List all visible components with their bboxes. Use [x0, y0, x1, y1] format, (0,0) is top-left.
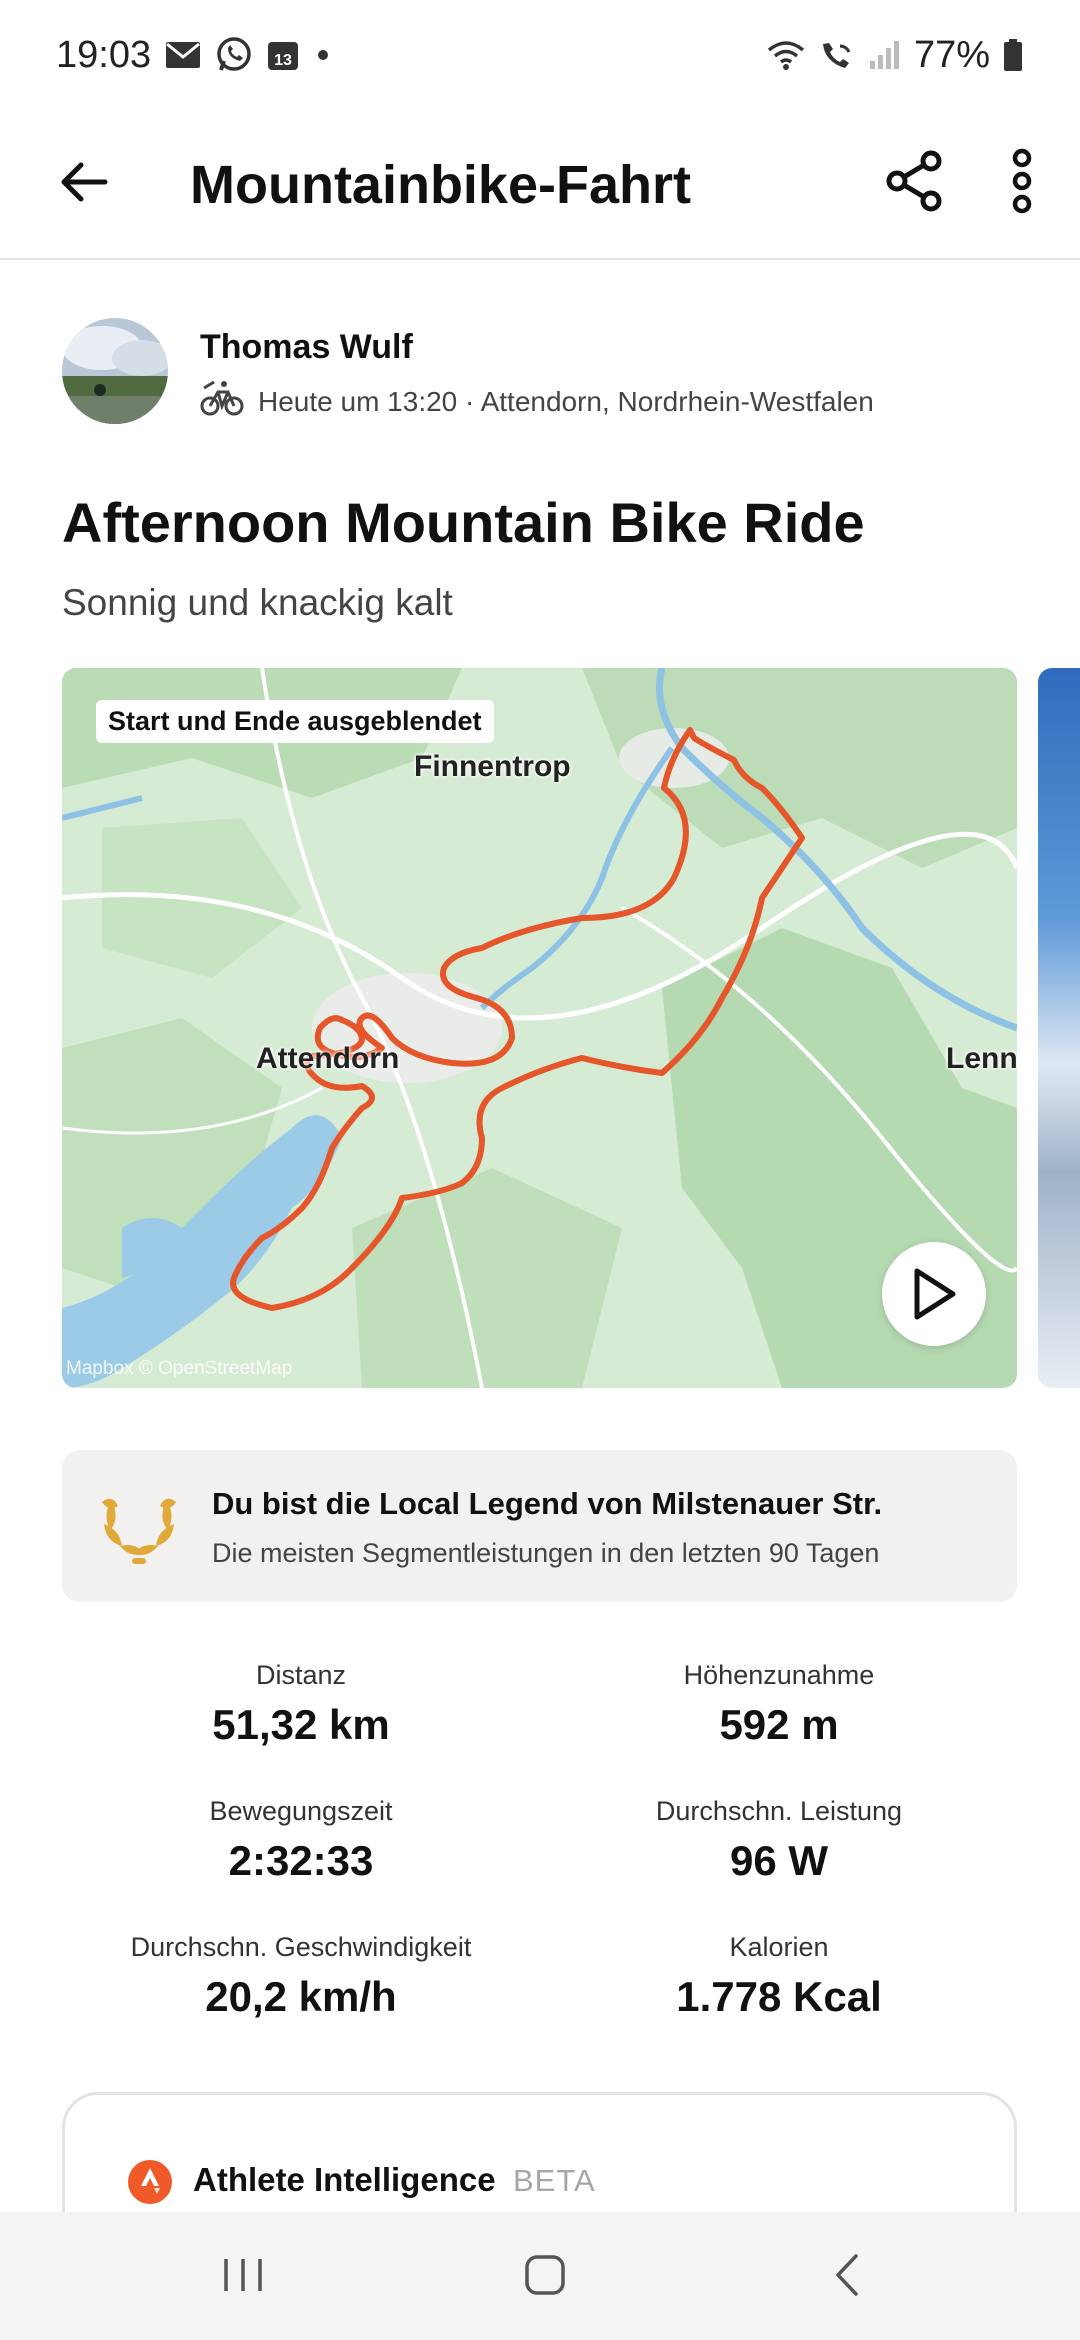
stat-value: 1.778 Kcal	[676, 1973, 882, 2020]
map-label-lenne: Lenn	[946, 1042, 1017, 1075]
status-right: 77%	[766, 34, 1024, 77]
stat-avg-speed: Durchschn. Geschwindigkeit 20,2 km/h	[62, 1932, 540, 2021]
mail-icon	[165, 41, 201, 69]
back-arrow-icon	[59, 160, 109, 209]
map-label-finnentrop: Finnentrop	[414, 750, 571, 783]
wifi-icon	[766, 38, 806, 72]
stat-calories: Kalorien 1.778 Kcal	[540, 1932, 1018, 2021]
stat-value: 20,2 km/h	[205, 1973, 397, 2020]
activity-photo-peek[interactable]	[1038, 668, 1080, 1388]
strava-logo-icon	[127, 2159, 173, 2205]
home-button[interactable]	[510, 2242, 580, 2312]
calendar-day: 13	[274, 52, 292, 69]
athlete-header: Thomas Wulf Heute um 13:20 · Attendorn, …	[62, 318, 1022, 428]
stat-label: Bewegungszeit	[209, 1796, 393, 1826]
stat-value: 51,32 km	[212, 1701, 390, 1748]
home-icon	[523, 2253, 567, 2302]
more-options-button[interactable]	[982, 140, 1062, 226]
map-label-attendorn: Attendorn	[256, 1042, 400, 1075]
battery-icon	[1002, 38, 1024, 72]
athlete-meta-text: Heute um 13:20 · Attendorn, Nordrhein-We…	[258, 385, 874, 417]
system-nav-bar	[0, 2212, 1080, 2340]
stat-distance: Distanz 51,32 km	[62, 1660, 540, 1749]
local-legend-subtitle: Die meisten Segmentleistungen in den let…	[212, 1538, 880, 1568]
stat-label: Durchschn. Geschwindigkeit	[130, 1932, 472, 1962]
athlete-name[interactable]: Thomas Wulf	[200, 328, 413, 367]
map-attribution: Mapbox © OpenStreetMap	[66, 1358, 293, 1379]
laurel-wreath-icon	[92, 1480, 186, 1574]
play-flyover-button[interactable]	[882, 1242, 986, 1346]
stat-label: Distanz	[255, 1660, 347, 1690]
stat-value: 96 W	[729, 1837, 829, 1884]
mountain-bike-icon	[200, 378, 244, 425]
recent-apps-icon	[220, 2255, 266, 2300]
dot-icon	[313, 45, 333, 65]
wifi-call-icon	[818, 38, 856, 72]
app-bar: Mountainbike-Fahrt	[0, 110, 1080, 260]
stat-avg-power: Durchschn. Leistung 96 W	[540, 1796, 1018, 1885]
status-bar: 19:03 13 77%	[0, 0, 1080, 110]
stat-value: 2:32:33	[228, 1837, 374, 1884]
local-legend-card[interactable]: Du bist die Local Legend von Milstenauer…	[62, 1450, 1017, 1602]
athlete-meta: Heute um 13:20 · Attendorn, Nordrhein-We…	[200, 378, 874, 425]
athlete-intelligence-title: Athlete Intelligence	[193, 2161, 496, 2198]
share-icon	[883, 149, 947, 218]
page-title: Mountainbike-Fahrt	[190, 155, 691, 215]
system-back-button[interactable]	[812, 2242, 882, 2312]
play-icon	[911, 1267, 957, 1321]
activity-title: Afternoon Mountain Bike Ride	[62, 491, 865, 554]
stat-label: Kalorien	[729, 1932, 829, 1962]
calendar-icon: 13	[267, 39, 299, 71]
route-map[interactable]: Finnentrop Attendorn Lenn Start und Ende…	[62, 668, 1017, 1388]
stat-label: Durchschn. Leistung	[655, 1796, 903, 1826]
avatar[interactable]	[62, 318, 168, 424]
battery-percent: 77%	[913, 33, 990, 76]
whatsapp-icon	[215, 36, 253, 74]
share-button[interactable]	[872, 140, 958, 226]
local-legend-title: Du bist die Local Legend von Milstenauer…	[212, 1486, 883, 1521]
back-icon	[832, 2252, 862, 2303]
back-button[interactable]	[44, 144, 124, 224]
stat-value: 592 m	[719, 1701, 839, 1748]
map-privacy-badge: Start und Ende ausgeblendet	[96, 700, 494, 743]
stat-label: Höhenzunahme	[683, 1660, 875, 1690]
status-time: 19:03	[56, 33, 152, 76]
stat-moving-time: Bewegungszeit 2:32:33	[62, 1796, 540, 1885]
status-left: 19:03 13	[56, 34, 333, 77]
signal-icon	[868, 39, 902, 71]
stat-elevation-gain: Höhenzunahme 592 m	[540, 1660, 1018, 1749]
beta-badge: BETA	[513, 2163, 596, 2198]
more-vertical-icon	[1007, 148, 1037, 219]
recent-apps-button[interactable]	[208, 2242, 278, 2312]
activity-description: Sonnig und knackig kalt	[62, 582, 453, 623]
